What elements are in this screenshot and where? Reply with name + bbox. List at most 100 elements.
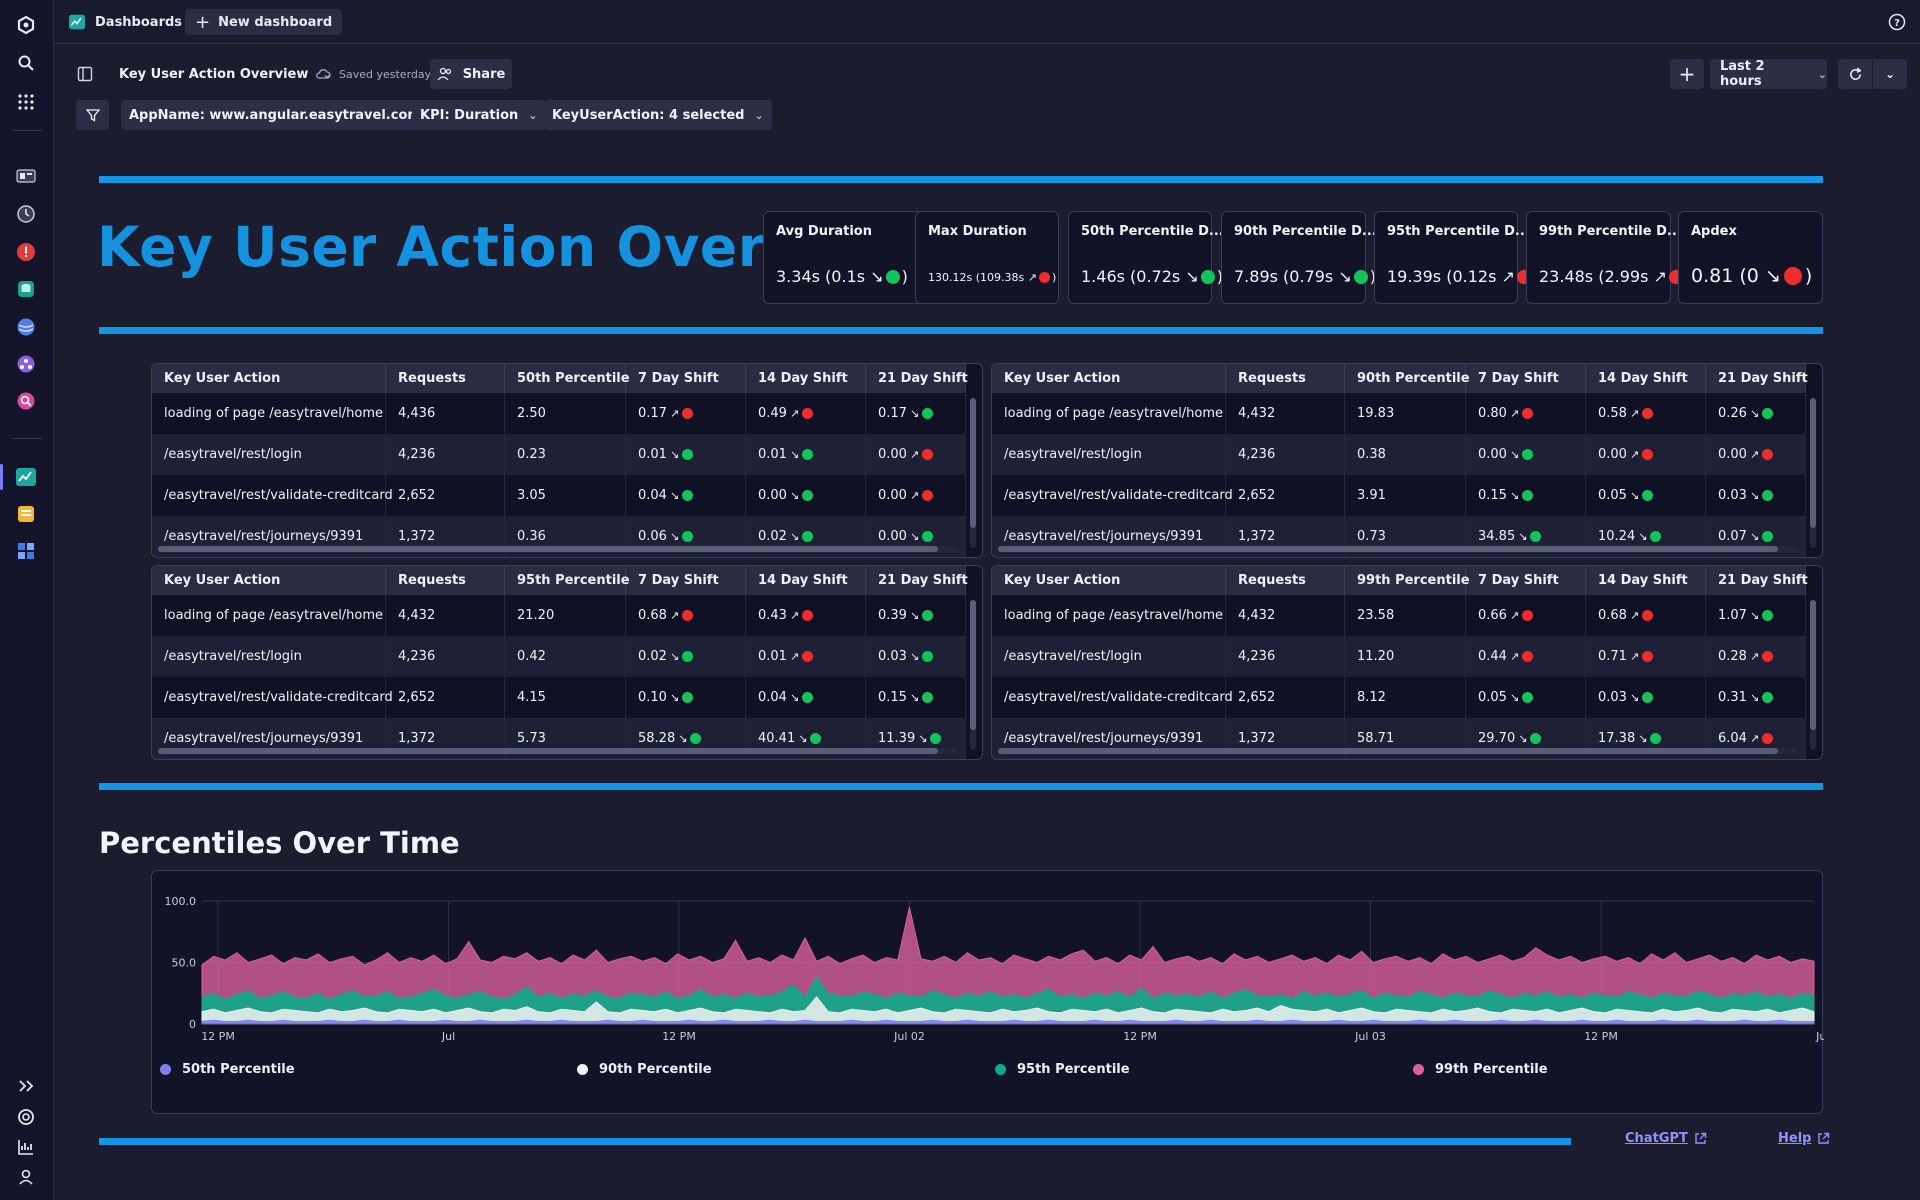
apps-grid-icon[interactable] <box>15 91 37 113</box>
user-profile-icon[interactable] <box>15 1166 37 1188</box>
table-row[interactable]: /easytravel/rest/validate-creditcard 2,65… <box>152 475 966 516</box>
scrollbar-thumb[interactable] <box>970 600 976 730</box>
column-header[interactable]: 7 Day Shift <box>1466 566 1586 595</box>
scrollbar-thumb[interactable] <box>158 546 938 552</box>
workflows-app-icon[interactable] <box>15 540 37 562</box>
table-row[interactable]: /easytravel/rest/validate-creditcard 2,65… <box>152 677 966 718</box>
dashboard-name-dropdown[interactable]: Key User Action Overview ⌄ <box>119 59 332 89</box>
table-row[interactable]: /easytravel/rest/login 4,236 0.23 0.01 ↘ 0.01… <box>152 434 966 475</box>
timeframe-selector[interactable]: Last 2 hours ⌄ <box>1710 59 1827 89</box>
vertical-scrollbar[interactable] <box>1810 398 1816 548</box>
column-header[interactable]: 7 Day Shift <box>626 364 746 393</box>
table-row[interactable]: loading of page /easytravel/home 4,432 21.… <box>152 595 966 636</box>
table-row[interactable]: loading of page /easytravel/home 4,432 23.… <box>992 595 1806 636</box>
sidebar-toggle-icon[interactable] <box>77 59 93 89</box>
clock-app-icon[interactable] <box>15 203 37 225</box>
kpi-tile[interactable]: Max Duration 130.12s (109.38s ↗) <box>915 211 1059 304</box>
filter-button[interactable] <box>76 100 109 130</box>
horizontal-scrollbar[interactable] <box>998 546 1798 552</box>
kpi-tile[interactable]: Avg Duration 3.34s (0.1s ↘) <box>763 211 940 304</box>
percentiles-area-chart[interactable]: 100.0 50.0 0 12 PM Jul 12 PM Jul 02 12 PM Jul 03… <box>152 871 1825 1115</box>
kpi-tile[interactable]: 90th Percentile D... 7.89s (0.79s ↘) <box>1221 211 1377 304</box>
table-row[interactable]: /easytravel/rest/validate-creditcard 2,65… <box>992 677 1806 718</box>
help-circle-icon[interactable]: ? <box>1888 13 1906 35</box>
vertical-scrollbar[interactable] <box>970 398 976 548</box>
table-row[interactable]: /easytravel/rest/validate-creditcard 2,65… <box>992 475 1806 516</box>
scrollbar-thumb[interactable] <box>998 748 1778 754</box>
cell-text: 4,236 <box>1238 649 1276 664</box>
database-app-icon[interactable] <box>15 278 37 300</box>
dashboards-breadcrumb[interactable]: Dashboards <box>68 9 182 35</box>
user-search-app-icon[interactable] <box>15 390 37 412</box>
column-header[interactable]: 95th Percentile <box>505 566 630 595</box>
column-header[interactable]: 14 Day Shift <box>746 566 866 595</box>
column-header[interactable]: Requests <box>386 566 505 595</box>
column-header[interactable]: Requests <box>1226 566 1345 595</box>
share-button[interactable]: Share <box>430 59 512 89</box>
horizontal-scrollbar[interactable] <box>158 748 958 754</box>
table-row[interactable]: loading of page /easytravel/home 4,436 2.5… <box>152 393 966 434</box>
problems-app-icon[interactable] <box>15 241 37 263</box>
column-header[interactable]: Requests <box>386 364 505 393</box>
column-header[interactable]: Key User Action <box>992 364 1226 393</box>
filter-appname[interactable]: AppName: www.angular.easytravel.com ⌄ <box>121 100 449 130</box>
vertical-scrollbar[interactable] <box>1810 600 1816 750</box>
kpi-tile[interactable]: 99th Percentile D... 23.48s (2.99s ↗) <box>1526 211 1691 304</box>
network-app-icon[interactable] <box>15 353 37 375</box>
search-icon[interactable] <box>15 52 37 74</box>
column-header[interactable]: 21 Day Shift <box>866 364 968 393</box>
column-header[interactable]: 14 Day Shift <box>1586 364 1706 393</box>
expand-rail-icon[interactable] <box>15 1075 37 1097</box>
column-header[interactable]: 50th Percentile <box>505 364 630 393</box>
column-header[interactable]: 14 Day Shift <box>746 364 866 393</box>
column-header[interactable]: 21 Day Shift <box>1706 566 1808 595</box>
infrastructure-app-icon[interactable] <box>15 166 37 188</box>
status-dot <box>1642 449 1654 460</box>
kpi-tile[interactable]: Apdex 0.81 (0 ↘) <box>1678 211 1823 304</box>
filter-keyuseraction[interactable]: KeyUserAction: 4 selected ⌄ <box>544 100 772 130</box>
horizontal-scrollbar[interactable] <box>998 748 1798 754</box>
scrollbar-thumb[interactable] <box>1810 398 1816 528</box>
column-header[interactable]: 7 Day Shift <box>1466 364 1586 393</box>
refresh-button[interactable] <box>1838 59 1872 89</box>
filter-kpi[interactable]: KPI: Duration ⌄ <box>412 100 546 130</box>
vertical-scrollbar[interactable] <box>970 600 976 750</box>
column-header[interactable]: 90th Percentile <box>1345 364 1470 393</box>
column-header[interactable]: 14 Day Shift <box>1586 566 1706 595</box>
column-header[interactable]: 7 Day Shift <box>626 566 746 595</box>
new-dashboard-button[interactable]: + New dashboard <box>185 9 343 35</box>
column-header[interactable]: Requests <box>1226 364 1345 393</box>
chatgpt-link[interactable]: ChatGPT <box>1625 1131 1707 1146</box>
legend-item[interactable]: 50th Percentile <box>160 1062 295 1077</box>
horizontal-scrollbar[interactable] <box>158 546 958 552</box>
scrollbar-thumb[interactable] <box>1810 600 1816 730</box>
column-header[interactable]: Key User Action <box>992 566 1226 595</box>
column-header[interactable]: Key User Action <box>152 364 386 393</box>
table-row[interactable]: /easytravel/rest/login 4,236 0.38 0.00 ↘ 0.00… <box>992 434 1806 475</box>
column-header[interactable]: 21 Day Shift <box>1706 364 1808 393</box>
refresh-options-button[interactable]: ⌄ <box>1873 59 1907 89</box>
table-row[interactable]: loading of page /easytravel/home 4,432 19.… <box>992 393 1806 434</box>
help-link[interactable]: Help <box>1778 1131 1830 1146</box>
scrollbar-thumb[interactable] <box>158 748 938 754</box>
kpi-tile[interactable]: 95th Percentile D... 19.39s (0.12s ↗) <box>1374 211 1539 304</box>
column-header[interactable]: 21 Day Shift <box>866 566 968 595</box>
column-header[interactable]: Key User Action <box>152 566 386 595</box>
add-tile-button[interactable]: + <box>1670 59 1704 89</box>
dynatrace-logo-icon[interactable] <box>15 14 37 36</box>
support-icon[interactable] <box>15 1106 37 1128</box>
table-row[interactable]: /easytravel/rest/login 4,236 0.42 0.02 ↘ 0.01… <box>152 636 966 677</box>
kpi-tile[interactable]: 50th Percentile D... 1.46s (0.72s ↘) <box>1068 211 1224 304</box>
scrollbar-thumb[interactable] <box>970 398 976 528</box>
column-header[interactable]: 99th Percentile <box>1345 566 1470 595</box>
dashboards-app-icon[interactable] <box>15 466 37 488</box>
legend-item[interactable]: 95th Percentile <box>995 1062 1130 1077</box>
scrollbar-thumb[interactable] <box>998 546 1778 552</box>
legend-item[interactable]: 99th Percentile <box>1413 1062 1548 1077</box>
table-row[interactable]: /easytravel/rest/login 4,236 11.20 0.44 ↗ 0.7… <box>992 636 1806 677</box>
globe-app-icon[interactable] <box>15 316 37 338</box>
analytics-icon[interactable] <box>15 1136 37 1158</box>
legend-swatch <box>995 1064 1006 1075</box>
notebooks-app-icon[interactable] <box>15 503 37 525</box>
legend-item[interactable]: 90th Percentile <box>577 1062 712 1077</box>
